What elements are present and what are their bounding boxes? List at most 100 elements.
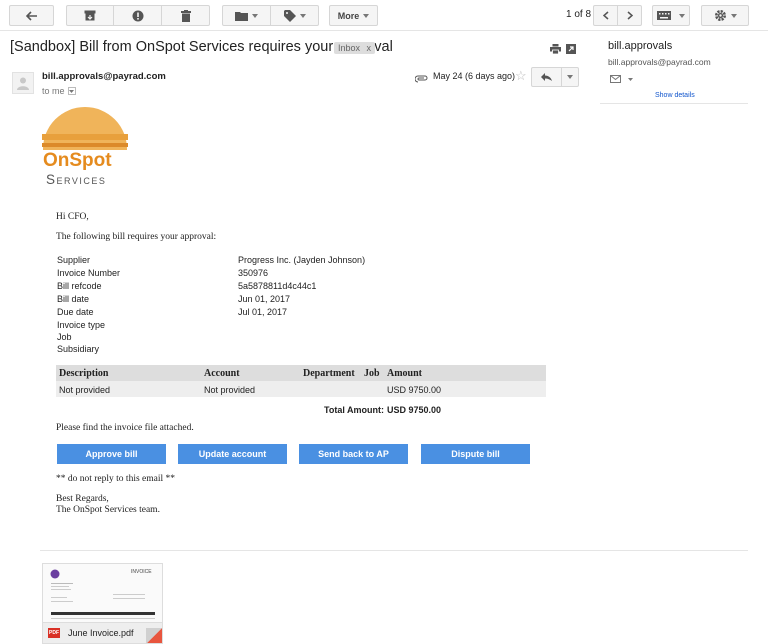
report-spam-icon <box>132 10 143 21</box>
dropdown-caret-icon <box>363 13 370 18</box>
paperclip-icon <box>414 75 428 83</box>
attachment-footer: PDF June Invoice.pdf <box>43 622 162 643</box>
invoice-preview-logo <box>50 569 60 579</box>
update-account-button[interactable]: Update account <box>178 444 287 464</box>
archive-icon <box>84 10 96 21</box>
page-count: 1 of 8 <box>566 9 592 20</box>
attachments-divider <box>40 550 748 551</box>
total-label: Total Amount: <box>324 405 384 415</box>
thumbnail-line <box>51 586 69 587</box>
labels-button[interactable] <box>270 5 319 26</box>
reply-arrow-icon <box>541 73 552 81</box>
approve-bill-button[interactable]: Approve bill <box>57 444 166 464</box>
field-value: 350976 <box>238 268 269 278</box>
settings-button[interactable] <box>701 5 749 26</box>
thumbnail-line <box>51 618 155 619</box>
attached-note: Please find the invoice file attached. <box>56 423 194 433</box>
remove-label-icon[interactable]: x <box>367 43 372 53</box>
reply-button[interactable] <box>531 67 562 87</box>
dropdown-caret-icon <box>628 77 633 81</box>
inbox-label-text: Inbox <box>338 43 361 53</box>
pdf-file-icon: PDF <box>48 628 60 638</box>
envelope-icon <box>610 75 621 83</box>
keyboard-icon <box>657 11 671 20</box>
column-header-amount: Amount <box>387 368 423 379</box>
dropdown-caret-icon <box>679 13 685 18</box>
thumbnail-invoice-title: INVOICE <box>131 569 152 575</box>
attachment-filename: June Invoice.pdf <box>68 628 134 638</box>
sign-off: Best Regards, <box>56 494 109 504</box>
back-arrow-icon <box>25 10 37 21</box>
field-label: Bill refcode <box>57 281 102 291</box>
move-to-button[interactable] <box>222 5 271 26</box>
folder-icon <box>235 11 248 21</box>
archive-button[interactable] <box>66 5 114 26</box>
thumbnail-line <box>51 601 73 602</box>
sidebar-contact-email: bill.approvals@payrad.com <box>608 57 711 67</box>
intro-text: The following bill requires your approva… <box>56 232 217 242</box>
sidebar-contact-name: bill.approvals <box>608 40 673 52</box>
dropdown-caret-icon <box>252 13 258 18</box>
open-new-window-button[interactable] <box>566 43 576 57</box>
recipient-line: to me <box>42 86 76 96</box>
cell-description: Not provided <box>59 385 111 395</box>
field-value: Jun 01, 2017 <box>238 294 291 304</box>
thumbnail-line <box>51 589 71 590</box>
thumbnail-line <box>51 583 73 584</box>
column-header-job: Job <box>364 368 380 379</box>
gear-icon <box>714 10 726 21</box>
more-label: More <box>337 10 360 21</box>
email-date: May 24 (6 days ago) <box>433 71 516 81</box>
send-back-to-ap-button[interactable]: Send back to AP <box>299 444 408 464</box>
toolbar-divider <box>0 30 768 31</box>
newer-button[interactable] <box>593 5 618 26</box>
report-spam-button[interactable] <box>113 5 162 26</box>
more-button[interactable]: More <box>329 5 378 26</box>
delete-button[interactable] <box>161 5 210 26</box>
cell-account: Not provided <box>204 385 256 395</box>
greeting: Hi CFO, <box>56 212 89 222</box>
back-button[interactable] <box>9 5 54 26</box>
recipient-text: to me <box>42 86 65 96</box>
attachment-card[interactable]: INVOICE PDF June Invoice.pdf <box>42 563 163 644</box>
field-value: Jul 01, 2017 <box>238 307 288 317</box>
new-window-icon <box>566 44 576 54</box>
cell-amount: USD 9750.00 <box>387 385 442 395</box>
person-silhouette-icon <box>17 77 29 90</box>
field-label: Bill date <box>57 294 90 304</box>
print-button[interactable] <box>550 43 561 57</box>
dropdown-caret-icon <box>299 13 306 18</box>
line-items-header <box>56 365 546 381</box>
sidebar-divider <box>600 103 748 104</box>
thumbnail-line <box>113 598 145 599</box>
print-icon <box>550 44 561 55</box>
inbox-label-badge[interactable]: Inbox x <box>334 42 376 54</box>
dispute-bill-button[interactable]: Dispute bill <box>421 444 530 464</box>
recipient-details-toggle[interactable] <box>67 87 76 95</box>
reply-options-button[interactable] <box>561 67 579 87</box>
no-reply-notice: ** do not reply to this email ** <box>56 474 176 484</box>
show-details-link[interactable]: Show details <box>655 92 695 99</box>
dropdown-caret-icon <box>69 89 75 93</box>
total-value: USD 9750.00 <box>387 405 442 415</box>
thumbnail-table-bar <box>51 612 155 615</box>
field-label: Subsidiary <box>57 344 100 354</box>
chevron-right-icon <box>627 11 633 20</box>
field-label: Job <box>57 332 72 342</box>
input-tools-button[interactable] <box>652 5 690 26</box>
field-label: Invoice Number <box>57 268 121 278</box>
sender-email[interactable]: bill.approvals@payrad.com <box>42 71 166 82</box>
column-header-description: Description <box>59 368 109 379</box>
attachment-thumbnail: INVOICE <box>43 564 162 622</box>
label-tag-icon <box>283 9 296 22</box>
thumbnail-line <box>51 597 67 598</box>
sidebar-email-action[interactable] <box>610 75 633 83</box>
onspot-logo: OnSpot Services <box>42 102 128 188</box>
dropdown-caret-icon <box>730 13 737 18</box>
sunrise-logo-graphic <box>42 107 128 150</box>
star-button[interactable]: ☆ <box>515 69 527 82</box>
logo-wordmark-onspot: OnSpot <box>43 150 112 171</box>
older-button[interactable] <box>617 5 642 26</box>
field-label: Due date <box>57 307 94 317</box>
field-label: Supplier <box>57 255 91 265</box>
